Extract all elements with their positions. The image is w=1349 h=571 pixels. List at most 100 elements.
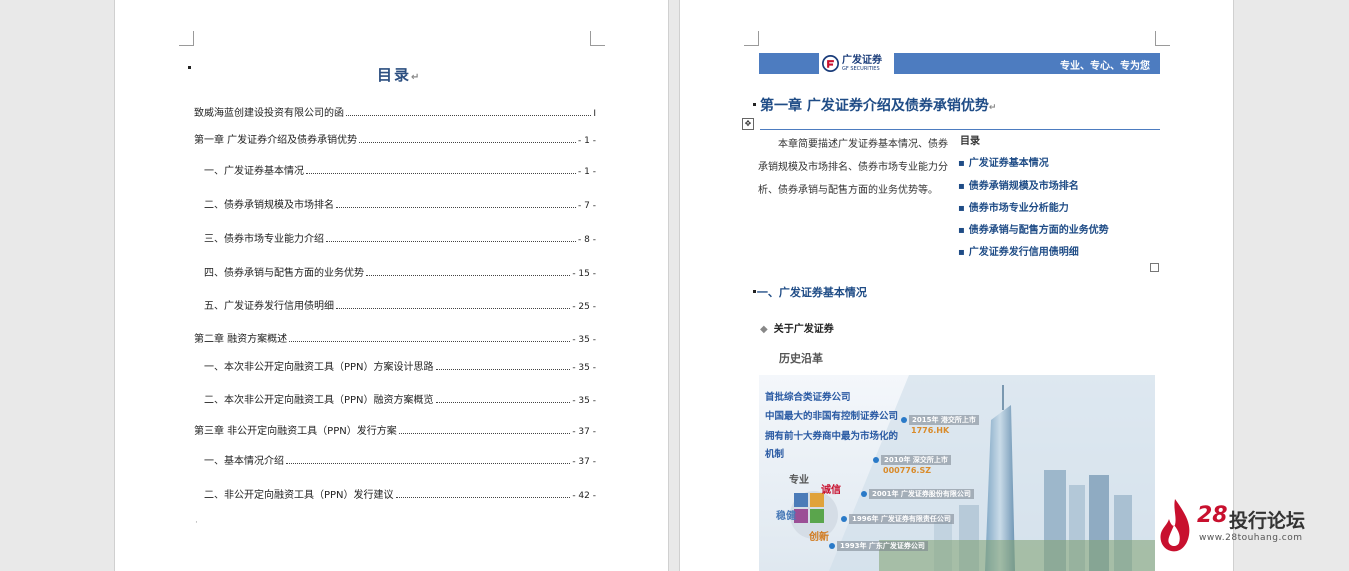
logo-text-cn: 广发证券 [842,55,882,66]
toc-entry[interactable]: 一、基本情况介绍 - 37 - [204,452,596,467]
timeline-label: 2001年 广发证券股份有限公司 [869,489,974,499]
mini-toc-item[interactable]: ▪ 债券承销规模及市场排名 [958,177,1079,192]
toc-entry-text: 二、本次非公开定向融资工具（PPN）融资方案概览 [204,395,434,406]
toc-entry[interactable]: 三、债券市场专业能力介绍 - 8 - [204,230,596,245]
hero-headline: 首批综合类证券公司 [765,392,851,403]
logo-text-en: GF SECURITIES [842,66,880,72]
chapter-title[interactable]: 第一章 广发证券介绍及债券承销优势↵ [760,95,996,115]
square-bullet-icon: ▪ [958,247,965,258]
toc-leader [326,241,577,242]
toc-leader [359,142,577,143]
toc-entry-text: 二、债券承销规模及市场排名 [204,200,334,211]
timeline-dot [861,491,867,497]
crop-mark [179,31,194,46]
toc-entry-text: 二、非公开定向融资工具（PPN）发行建议 [204,490,394,501]
paragraph-mark [753,103,756,106]
toc-entry[interactable]: 二、本次非公开定向融资工具（PPN）融资方案概览 - 35 - [204,391,596,406]
chapter-divider [760,129,1160,130]
toc-entry[interactable]: 第一章 广发证券介绍及债券承销优势 - 1 - [194,131,596,146]
timeline-label: 2010年 深交所上市 [881,455,951,465]
timeline-dot [841,516,847,522]
toc-entry-page: - 1 - [578,136,596,146]
toc-entry[interactable]: 一、本次非公开定向融资工具（PPN）方案设计思路 - 35 - [204,358,596,373]
gf-logo-icon [822,55,839,72]
toc-entry-page: - 35 - [572,396,596,406]
toc-entry[interactable]: 第二章 融资方案概述 - 35 - [194,330,596,345]
toc-entry-text: 第三章 非公开定向融资工具（PPN）发行方案 [194,426,397,437]
toc-entry-page: - 15 - [572,269,596,279]
diamond-bullet-icon: ◆ [760,324,768,335]
timeline-stock-code: 000776.SZ [883,466,931,475]
watermark-name: 投行论坛 [1229,510,1306,532]
document-page-left: 目录↵ 致威海蓝创建设投资有限公司的函 I 第一章 广发证券介绍及债券承销优势 - 1… [115,0,668,571]
toc-entry-text: 第二章 融资方案概述 [194,334,288,345]
toc-entry[interactable]: 二、非公开定向融资工具（PPN）发行建议 - 42 - [204,486,596,501]
toc-entry[interactable]: 第三章 非公开定向融资工具（PPN）发行方案 - 37 - [194,422,596,437]
toc-leader [286,463,571,464]
history-image[interactable]: 首批综合类证券公司 中国最大的非国有控制证券公司 拥有前十大券商中最为市场化的 机制 … [759,375,1155,571]
toc-entry-text: 一、基本情况介绍 [204,456,284,467]
toc-leader [346,115,592,116]
toc-entry-page: - 8 - [578,235,596,245]
mini-toc-item[interactable]: ▪ 广发证券基本情况 [958,154,1049,169]
hero-headline: 中国最大的非国有控制证券公司 [765,411,899,422]
toc-entry-page: - 35 - [572,335,596,345]
square-bullet-icon: ▪ [958,203,965,214]
toc-leader [435,402,571,403]
mini-toc-title: 目录 [960,136,980,147]
toc-leader [366,275,571,276]
banner-slogan: 专业、专心、专为您 [1060,61,1150,72]
crop-mark [590,31,605,46]
text-box-handle[interactable] [1150,263,1159,272]
toc-entry[interactable]: 一、广发证券基本情况 - 1 - [204,162,596,177]
mini-toc-item[interactable]: ▪ 债券市场专业分析能力 [958,199,1069,214]
flame-logo-icon [1160,499,1190,552]
mini-toc-item[interactable]: ▪ 广发证券发行信用债明细 [958,243,1079,258]
toc-entry[interactable]: 致威海蓝创建设投资有限公司的函 I [194,104,596,119]
toc-entry-text: 四、债券承销与配售方面的业务优势 [204,268,364,279]
timeline-label: 1993年 广东广发证券公司 [837,541,928,551]
chapter-intro-text[interactable]: 本章简要描述广发证券基本情况、债券承销规模及市场排名、债券市场专业能力分析、债券… [758,133,948,202]
toc-entry-text: 一、本次非公开定向融资工具（PPN）方案设计思路 [204,362,434,373]
core-value-word: 专业 [789,475,809,486]
toc-entry-text: 致威海蓝创建设投资有限公司的函 [194,108,344,119]
toc-leader [398,433,571,434]
core-value-word: 创新 [809,532,829,543]
history-label: 历史沿革 [779,352,823,365]
toc-entry-page: - 37 - [572,457,596,467]
core-value-word: 稳健 [776,511,796,522]
toc-entry-page: - 35 - [572,363,596,373]
toc-leader [435,369,571,370]
paragraph-mark: · [195,518,198,528]
watermark-number: 28 [1197,503,1228,528]
timeline-stock-code: 1776.HK [911,426,950,435]
paragraph-mark [188,66,191,69]
core-value-word: 诚信 [821,485,841,496]
subsection-title[interactable]: ◆ 关于广发证券 [760,320,834,335]
timeline-dot [873,457,879,463]
timeline-dot [829,543,835,549]
toc-entry-text: 第一章 广发证券介绍及债券承销优势 [194,135,358,146]
toc-leader [289,341,571,342]
toc-entry-text: 一、广发证券基本情况 [204,166,304,177]
timeline-dot [901,417,907,423]
watermark-url: www.28touhang.com [1199,533,1303,543]
toc-leader [395,497,571,498]
section-title[interactable]: 一、广发证券基本情况 [753,284,867,300]
toc-entry-page: - 7 - [578,201,596,211]
header-banner: 广发证券 GF SECURITIES 专业、专心、专为您 [759,53,1160,74]
toc-title[interactable]: 目录↵ [377,64,419,85]
crop-mark [1155,31,1170,46]
toc-entry-page: - 25 - [572,302,596,312]
toc-leader [306,173,577,174]
toc-entry[interactable]: 四、债券承销与配售方面的业务优势 - 15 - [204,264,596,279]
toc-entry-text: 五、广发证券发行信用债明细 [204,301,334,312]
square-bullet-icon: ▪ [958,181,965,192]
toc-entry[interactable]: 五、广发证券发行信用债明细 - 25 - [204,297,596,312]
table-move-handle-icon[interactable]: ✥ [742,118,754,130]
toc-entry-text: 三、债券市场专业能力介绍 [204,234,324,245]
timeline-label: 1996年 广发证券有限责任公司 [849,514,954,524]
toc-entry[interactable]: 二、债券承销规模及市场排名 - 7 - [204,196,596,211]
mini-toc-item[interactable]: ▪ 债券承销与配售方面的业务优势 [958,221,1109,236]
company-logo: 广发证券 GF SECURITIES [819,53,894,74]
